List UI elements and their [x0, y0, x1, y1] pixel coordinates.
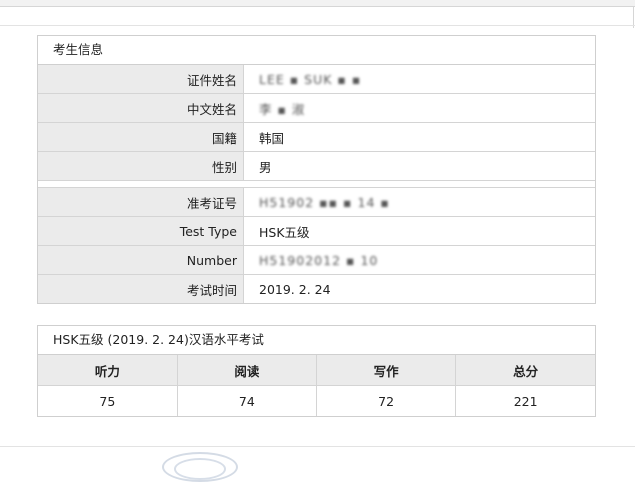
row-gap [38, 180, 595, 188]
admission-number-value: H51902 ▪▪ ▪ 14 ▪ [243, 187, 595, 217]
number-label: Number [38, 245, 244, 275]
score-title: HSK五级 (2019. 2. 24)汉语水平考试 [38, 326, 595, 355]
top-band [0, 0, 635, 7]
number-value: H51902012 ▪ 10 [243, 245, 595, 275]
id-name-value: LEE ▪ SUK ▪ ▪ [259, 71, 362, 87]
writing-score: 72 [316, 385, 457, 416]
nationality-label: 国籍 [38, 122, 244, 152]
nationality-value: 韩国 [243, 122, 595, 152]
candidate-info-title: 考生信息 [38, 36, 595, 65]
info-row-admission-number: 准考证号 H51902 ▪▪ ▪ 14 ▪ [38, 187, 595, 217]
score-panel: HSK五级 (2019. 2. 24)汉语水平考试 听力 阅读 写作 总分 75… [37, 325, 596, 417]
info-row-chinese-name: 中文姓名 李 ▪ 淑 [38, 93, 595, 123]
test-type-label: Test Type [38, 216, 244, 246]
top-divider [0, 25, 635, 26]
chinese-name-value: 李 ▪ 淑 [243, 93, 595, 123]
candidate-info-panel: 考生信息 证件姓名 LEE ▪ SUK ▪ ▪ 中文姓名 李 ▪ 淑 国籍 韩国… [37, 35, 596, 304]
reading-header: 阅读 [177, 355, 318, 386]
info-row-number: Number H51902012 ▪ 10 [38, 245, 595, 275]
info-row-id-name: 证件姓名 LEE ▪ SUK ▪ ▪ [38, 65, 595, 94]
listening-score: 75 [38, 385, 178, 416]
candidate-info-table: 证件姓名 LEE ▪ SUK ▪ ▪ 中文姓名 李 ▪ 淑 国籍 韩国 性别 男… [38, 65, 595, 303]
info-row-test-type: Test Type HSK五级 [38, 216, 595, 246]
score-value-row: 75 74 72 221 [38, 385, 595, 416]
chinese-name-label: 中文姓名 [38, 93, 244, 123]
gender-label: 性别 [38, 151, 244, 181]
reading-score: 74 [177, 385, 318, 416]
total-score: 221 [455, 385, 595, 416]
info-row-gender: 性别 男 [38, 151, 595, 181]
info-row-nationality: 国籍 韩国 [38, 122, 595, 152]
test-type-value: HSK五级 [243, 216, 595, 246]
gender-value: 男 [243, 151, 595, 181]
admission-number-label: 准考证号 [38, 187, 244, 217]
info-row-exam-date: 考试时间 2019. 2. 24 [38, 274, 595, 303]
total-header: 总分 [455, 355, 595, 386]
score-header-row: 听力 阅读 写作 总分 [38, 355, 595, 386]
exam-date-value: 2019. 2. 24 [243, 274, 595, 303]
exam-date-label: 考试时间 [38, 274, 244, 303]
listening-header: 听力 [38, 355, 178, 386]
writing-header: 写作 [316, 355, 457, 386]
bottom-divider [0, 446, 635, 447]
score-table: 听力 阅读 写作 总分 75 74 72 221 [38, 355, 595, 416]
seal-inner-ring [174, 458, 226, 480]
id-name-label: 证件姓名 [38, 65, 244, 94]
